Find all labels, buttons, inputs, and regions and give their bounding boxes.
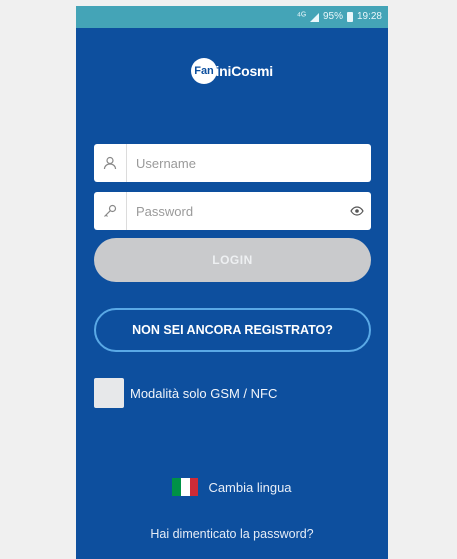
password-input[interactable] — [127, 192, 343, 230]
forgot-password-link[interactable]: Hai dimenticato la password? — [76, 527, 388, 541]
fantinicosmi-logo: Fan tiniCosmi — [76, 58, 388, 84]
signal-icon — [309, 12, 319, 22]
clock: 19:28 — [356, 11, 382, 22]
login-button[interactable]: LOGIN — [94, 238, 371, 282]
change-language-label: Cambia lingua — [208, 479, 292, 495]
status-bar: ⁴ᴳ 95% 19:28 — [76, 6, 388, 28]
password-field[interactable] — [94, 192, 371, 230]
italy-flag-icon — [172, 478, 199, 496]
username-input[interactable] — [127, 144, 371, 182]
gsm-nfc-label: Modalità solo GSM / NFC — [130, 385, 278, 401]
status-icons: ⁴ᴳ 95% 19:28 — [297, 10, 382, 24]
gsm-nfc-checkbox[interactable] — [94, 378, 124, 408]
user-icon — [94, 144, 127, 182]
change-language[interactable]: Cambia lingua — [76, 478, 388, 496]
key-icon — [94, 192, 127, 230]
battery-percent: 95% — [322, 11, 343, 22]
logo-text: tiniCosmi — [211, 63, 273, 79]
battery-icon — [346, 12, 353, 22]
logo-mark: Fan — [191, 58, 217, 84]
login-screen: ⁴ᴳ 95% 19:28 Fan tiniCosmi LOGIN NON SEI… — [76, 6, 388, 559]
network-indicator: ⁴ᴳ — [296, 11, 306, 22]
username-field[interactable] — [94, 144, 371, 182]
eye-icon[interactable] — [343, 206, 371, 216]
gsm-nfc-option[interactable]: Modalità solo GSM / NFC — [94, 378, 277, 408]
register-button[interactable]: NON SEI ANCORA REGISTRATO? — [94, 308, 371, 352]
